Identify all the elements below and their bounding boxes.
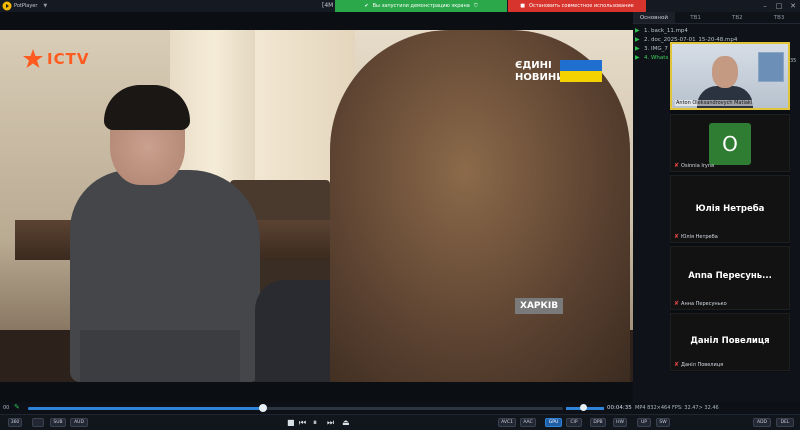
delete-button[interactable]: DEL	[776, 418, 794, 427]
menu-caret-icon[interactable]: ▼	[43, 3, 47, 9]
foreground-figure	[330, 30, 630, 382]
mic-muted-icon: ✘	[674, 162, 680, 169]
stop-sharing-label: Остановить совместное использование	[529, 3, 634, 9]
window-title: [4M	[322, 2, 334, 9]
channel-logo-text: ICTV	[47, 50, 90, 68]
time-display: 00:04:35	[607, 405, 632, 411]
participant-display-name: Даніл Повелиця	[690, 336, 770, 346]
participant-tile[interactable]: O ✘ Osinnia Iryna	[670, 114, 790, 172]
seek-thumb[interactable]	[259, 404, 268, 412]
360-button[interactable]: 360	[8, 418, 22, 427]
tab-tb2[interactable]: TB2	[717, 12, 759, 23]
cip-badge[interactable]: CIP	[566, 418, 582, 427]
avatar: O	[709, 123, 751, 165]
dpb-badge[interactable]: DPB	[590, 418, 606, 427]
list-item[interactable]: ▶ 1. back_11.mp4	[635, 26, 800, 35]
play-marker-icon: ▶	[635, 27, 640, 34]
scroll-marker: 35	[790, 58, 797, 64]
file-info: MP4 832×464 FPS: 32.47> 32.46	[635, 405, 719, 411]
playlist-tabs: Основной TB1 TB2 TB3	[633, 12, 800, 24]
play-marker-icon: ▶	[635, 45, 640, 52]
participant-name: Даніл Повелиця	[681, 361, 724, 368]
app-name[interactable]: PotPlayer	[14, 3, 37, 9]
tab-main[interactable]: Основной	[633, 12, 675, 23]
participant-tile[interactable]: Юлія Нетреба ✘ Юлія Нетреба	[670, 175, 790, 243]
close-button[interactable]: ✕	[786, 0, 800, 12]
participant-name: Анна Пересунько	[681, 300, 727, 307]
mic-muted-icon: ✘	[674, 233, 680, 240]
window-controls: – □ ✕	[758, 0, 800, 12]
potplayer-window: PotPlayer ▼ [4M ✔ Вы запустили демонстра…	[0, 0, 800, 430]
news-logo: ЄДИНІ НОВИНИ	[515, 60, 565, 84]
seek-bar[interactable]	[28, 407, 563, 410]
title-bar: PotPlayer ▼ [4M ✔ Вы запустили демонстра…	[0, 0, 800, 12]
host-name-label: Anton Oleksandrovych Matiaki	[675, 100, 754, 106]
stop-button[interactable]: ■	[287, 417, 295, 429]
participant-name: Osinnia Iryna	[681, 162, 715, 169]
audio-button[interactable]: AUD	[70, 418, 88, 427]
gpu-badge[interactable]: GPU	[545, 418, 562, 427]
previous-button[interactable]: ⏮	[299, 417, 306, 429]
codec-audio-badge[interactable]: AAC	[520, 418, 536, 427]
screen-share-notice: ✔ Вы запустили демонстрацию экрана ⛉	[335, 0, 507, 12]
channel-logo: ICTV	[22, 48, 89, 70]
next-button[interactable]: ⏭	[327, 417, 334, 429]
pause-button[interactable]: ⏸	[313, 417, 317, 429]
minimize-button[interactable]: –	[758, 0, 772, 12]
participant-display-name: Anna Пересунь...	[688, 271, 772, 281]
video-frame[interactable]: ICTV ЄДИНІ НОВИНИ ХАРКІВ	[0, 30, 633, 382]
shield-icon: ⛉	[473, 3, 478, 9]
control-bar: 360 SUB AUD ■ ⏮ ⏸ ⏭ ⏏ AVC1 AAC GPU CIP D…	[0, 414, 800, 430]
seek-progress	[28, 407, 264, 410]
seek-row: 00 ✎ 00:04:35 MP4 832×464 FPS: 32.47> 32…	[0, 402, 800, 414]
play-marker-icon: ▶	[635, 54, 640, 61]
maximize-button[interactable]: □	[772, 0, 786, 12]
share-notice-text: Вы запустили демонстрацию экрана	[372, 3, 470, 9]
up-badge[interactable]: UP	[637, 418, 651, 427]
eject-button[interactable]: ⏏	[342, 417, 350, 429]
tab-tb3[interactable]: TB3	[758, 12, 800, 23]
view-button[interactable]	[32, 418, 44, 427]
mic-muted-icon: ✘	[674, 300, 680, 307]
stop-sharing-button[interactable]: ■ Остановить совместное использование	[508, 0, 646, 12]
participant-tile[interactable]: Даніл Повелиця ✘ Даніл Повелиця	[670, 313, 790, 371]
potplayer-logo-icon	[2, 1, 12, 11]
stop-icon: ■	[520, 3, 526, 9]
subtitle-button[interactable]: SUB	[50, 418, 66, 427]
mic-muted-icon: ✘	[674, 361, 680, 368]
host-video-tile[interactable]: Anton Oleksandrovych Matiaki	[670, 42, 790, 110]
ukraine-flag-icon	[560, 60, 602, 82]
pen-icon[interactable]: ✎	[14, 403, 20, 411]
location-caption: ХАРКІВ	[515, 298, 564, 314]
codec-video-badge[interactable]: AVC1	[498, 418, 516, 427]
participant-name: Юлія Нетреба	[681, 233, 718, 240]
share-icon: ✔	[364, 3, 369, 9]
star-icon	[23, 49, 43, 68]
participant-display-name: Юлія Нетреба	[695, 204, 765, 214]
tab-tb1[interactable]: TB1	[675, 12, 717, 23]
play-marker-icon: ▶	[635, 36, 640, 43]
hw-badge[interactable]: HW	[613, 418, 627, 427]
sw-badge[interactable]: SW	[656, 418, 670, 427]
news-logo-line2: НОВИНИ	[515, 72, 565, 83]
add-button[interactable]: ADD	[753, 418, 771, 427]
news-logo-line1: ЄДИНІ	[515, 60, 552, 71]
participants-panel: Anton Oleksandrovych Matiaki O ✘ Osinnia …	[670, 42, 790, 372]
participant-tile[interactable]: Anna Пересунь... ✘ Анна Пересунько	[670, 246, 790, 310]
